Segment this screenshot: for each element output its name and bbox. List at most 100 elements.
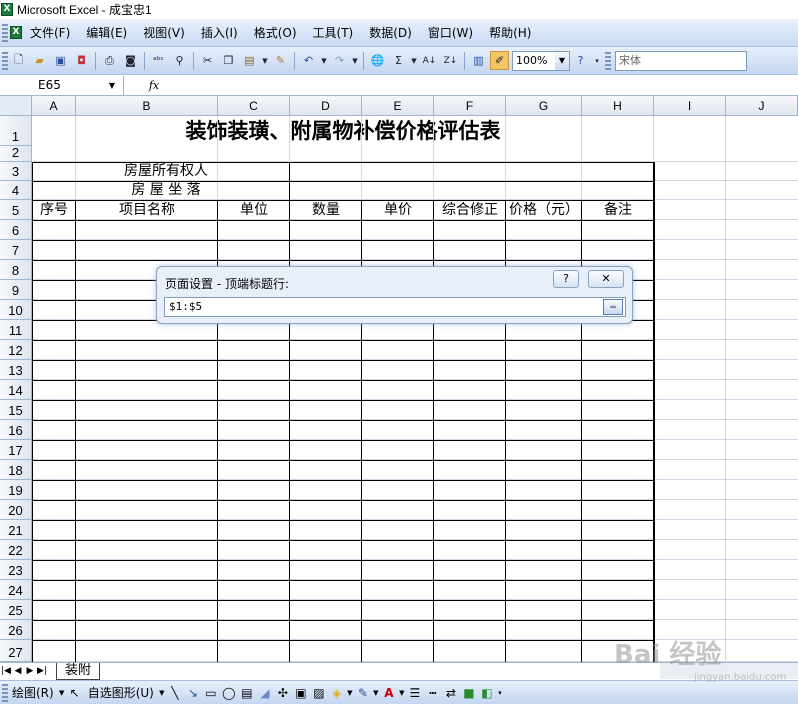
- hyperlink-icon[interactable]: 🌐: [368, 51, 387, 70]
- print-title-rows-input[interactable]: $1:$5 ▭: [164, 297, 626, 317]
- workbook-icon[interactable]: X: [10, 26, 22, 39]
- menu-view[interactable]: 视图(V): [135, 23, 193, 43]
- save-icon[interactable]: ▣: [51, 51, 70, 70]
- row-header-1[interactable]: 1: [0, 116, 32, 146]
- row-header-24[interactable]: 24: [0, 580, 32, 600]
- insert-function-icon[interactable]: fx: [124, 79, 184, 92]
- shadow-style-icon[interactable]: ■: [460, 684, 478, 702]
- worksheet-grid[interactable]: 装饰装璜、附属物补偿价格评估表 A B C D E F G H I J 1 2 3 4 5 6 7 8 9 10 11 1…: [0, 96, 798, 662]
- menu-data[interactable]: 数据(D): [361, 23, 420, 43]
- column-header-g[interactable]: G: [506, 96, 582, 116]
- fill-color-icon[interactable]: ◈: [328, 684, 346, 702]
- row-header-14[interactable]: 14: [0, 380, 32, 400]
- autosum-dropdown-icon[interactable]: ▼: [410, 51, 418, 70]
- row-header-16[interactable]: 16: [0, 420, 32, 440]
- column-header-c[interactable]: C: [218, 96, 290, 116]
- row-header-23[interactable]: 23: [0, 560, 32, 580]
- open-icon[interactable]: ▰: [30, 51, 49, 70]
- row-header-18[interactable]: 18: [0, 460, 32, 480]
- sheet-tab-active[interactable]: 装附: [56, 662, 101, 680]
- help-icon[interactable]: ?: [571, 51, 590, 70]
- row-header-13[interactable]: 13: [0, 360, 32, 380]
- drawing-icon[interactable]: ✐: [490, 51, 509, 70]
- chevron-down-icon[interactable]: ▼: [158, 684, 166, 702]
- undo-icon[interactable]: ↶: [299, 51, 318, 70]
- redo-icon[interactable]: ↷: [330, 51, 349, 70]
- name-box[interactable]: E65 ▼: [0, 75, 124, 95]
- redo-dropdown-icon[interactable]: ▼: [351, 51, 359, 70]
- permission-icon[interactable]: ◘: [72, 51, 91, 70]
- page-setup-print-titles-dialog[interactable]: 页面设置 - 顶端标题行: ? ✕ $1:$5 ▭: [156, 266, 633, 324]
- menu-tools[interactable]: 工具(T): [305, 23, 362, 43]
- font-color-icon[interactable]: A: [380, 684, 398, 702]
- textbox-icon[interactable]: ▤: [238, 684, 256, 702]
- spelling-icon[interactable]: ᵃᵇᶜ: [149, 51, 168, 70]
- chevron-down-icon[interactable]: ▼: [372, 684, 380, 702]
- diagram-icon[interactable]: ✣: [274, 684, 292, 702]
- sort-descending-icon[interactable]: Z↓: [441, 51, 460, 70]
- font-name-select[interactable]: 宋体: [615, 50, 747, 71]
- menu-window[interactable]: 窗口(W): [420, 23, 481, 43]
- 3d-style-icon[interactable]: ◧: [478, 684, 496, 702]
- clipart-icon[interactable]: ▣: [292, 684, 310, 702]
- dash-style-icon[interactable]: ┅: [424, 684, 442, 702]
- row-header-3[interactable]: 3: [0, 162, 32, 181]
- format-toolbar-grip-handle[interactable]: [605, 51, 611, 70]
- wordart-icon[interactable]: ◢: [256, 684, 274, 702]
- row-header-20[interactable]: 20: [0, 500, 32, 520]
- picture-icon[interactable]: ▨: [310, 684, 328, 702]
- new-icon[interactable]: 🗋: [9, 51, 28, 70]
- row-header-7[interactable]: 7: [0, 240, 32, 260]
- column-header-f[interactable]: F: [434, 96, 506, 116]
- cut-icon[interactable]: ✂: [198, 51, 217, 70]
- format-painter-icon[interactable]: ✎: [271, 51, 290, 70]
- formula-input[interactable]: [184, 76, 798, 95]
- chart-wizard-icon[interactable]: ▥: [469, 51, 488, 70]
- first-sheet-icon[interactable]: |◀: [0, 666, 12, 676]
- menu-insert[interactable]: 插入(I): [193, 23, 246, 43]
- chevron-down-icon[interactable]: ▼: [555, 51, 569, 70]
- zoom-select[interactable]: 100% ▼: [512, 50, 570, 71]
- menu-grip-handle[interactable]: [2, 23, 8, 42]
- line-color-icon[interactable]: ✎: [354, 684, 372, 702]
- column-header-e[interactable]: E: [362, 96, 434, 116]
- column-header-j[interactable]: J: [726, 96, 798, 116]
- row-header-9[interactable]: 9: [0, 280, 32, 300]
- toolbar-options-icon[interactable]: ▾: [592, 51, 602, 70]
- select-objects-icon[interactable]: ↖: [66, 684, 84, 702]
- chevron-down-icon[interactable]: ▼: [346, 684, 354, 702]
- expand-dialog-icon[interactable]: ▭: [603, 299, 623, 315]
- menu-edit[interactable]: 编辑(E): [78, 23, 135, 43]
- last-sheet-icon[interactable]: ▶|: [36, 666, 48, 676]
- row-header-10[interactable]: 10: [0, 300, 32, 320]
- autosum-icon[interactable]: Σ: [389, 51, 408, 70]
- menu-format[interactable]: 格式(O): [246, 23, 305, 43]
- row-header-21[interactable]: 21: [0, 520, 32, 540]
- column-header-i[interactable]: I: [654, 96, 726, 116]
- autoshapes-menu-button[interactable]: 自选图形(U): [84, 684, 158, 701]
- row-header-11[interactable]: 11: [0, 320, 32, 340]
- column-header-b[interactable]: B: [76, 96, 218, 116]
- line-style-icon[interactable]: ☰: [406, 684, 424, 702]
- chevron-down-icon[interactable]: ▼: [58, 684, 66, 702]
- chevron-down-icon[interactable]: ▼: [398, 684, 406, 702]
- rectangle-icon[interactable]: ▭: [202, 684, 220, 702]
- column-header-a[interactable]: A: [32, 96, 76, 116]
- toolbar-options-icon[interactable]: ▾: [496, 684, 504, 702]
- paste-dropdown-icon[interactable]: ▼: [261, 51, 269, 70]
- arrow-style-icon[interactable]: ⇄: [442, 684, 460, 702]
- prev-sheet-icon[interactable]: ◀: [12, 666, 24, 676]
- row-header-27[interactable]: 27: [0, 640, 32, 662]
- row-header-4[interactable]: 4: [0, 181, 32, 200]
- oval-icon[interactable]: ◯: [220, 684, 238, 702]
- help-button[interactable]: ?: [553, 270, 579, 288]
- draw-menu-button[interactable]: 绘图(R): [8, 684, 58, 701]
- row-header-2[interactable]: 2: [0, 145, 32, 162]
- row-header-22[interactable]: 22: [0, 540, 32, 560]
- copy-icon[interactable]: ❐: [219, 51, 238, 70]
- chevron-down-icon[interactable]: ▼: [109, 81, 115, 90]
- close-button[interactable]: ✕: [588, 270, 624, 288]
- menu-file[interactable]: 文件(F): [22, 23, 78, 43]
- toolbar-grip-handle[interactable]: [2, 51, 8, 70]
- row-header-26[interactable]: 26: [0, 620, 32, 640]
